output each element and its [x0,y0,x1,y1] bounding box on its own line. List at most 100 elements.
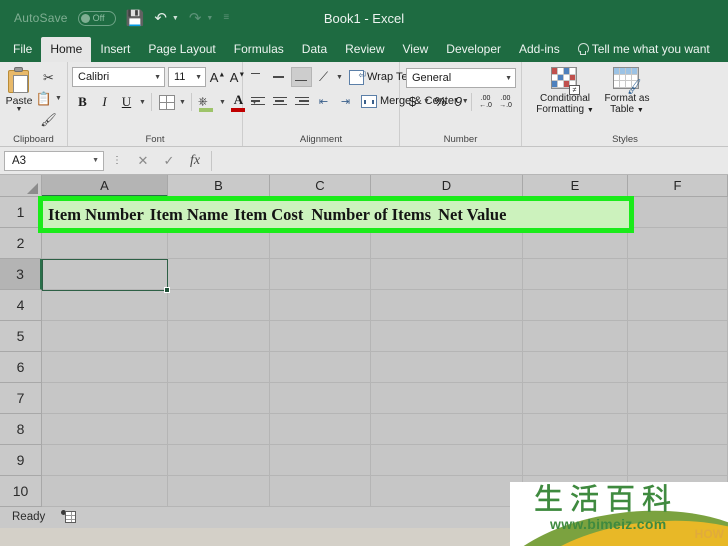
align-left-icon[interactable] [247,91,268,111]
column-header-e[interactable]: E [523,175,628,197]
name-box[interactable]: A3 ▼ [4,150,104,171]
cell-e7[interactable] [523,383,628,414]
cell-f4[interactable] [628,290,728,321]
cell-d10[interactable] [371,476,523,507]
decrease-indent-icon[interactable]: ⇤ [313,91,334,111]
cell-c3[interactable] [270,259,371,290]
conditional-formatting-button[interactable]: ≠ Conditional Formatting ▼ [534,65,596,116]
column-header-a[interactable]: A [42,175,168,197]
confirm-icon[interactable]: ✓ [156,153,182,169]
name-box-chevron-down-icon[interactable]: ▼ [92,157,99,164]
increase-font-size-icon[interactable]: A▲ [209,70,226,85]
percent-button[interactable]: % [432,92,449,111]
cell-f10[interactable] [628,476,728,507]
borders-dropdown-icon[interactable]: ▼ [178,99,187,106]
cell-c10[interactable] [270,476,371,507]
italic-button[interactable]: I [94,92,115,112]
underline-dropdown-icon[interactable]: ▼ [138,99,147,106]
cell-f9[interactable] [628,445,728,476]
paste-dropdown-icon[interactable]: ▼ [16,106,23,113]
cell-a6[interactable] [42,352,168,383]
row-header-2[interactable]: 2 [0,228,42,259]
cell-e4[interactable] [523,290,628,321]
cell-c4[interactable] [270,290,371,321]
cell-e5[interactable] [523,321,628,352]
cell-b2[interactable] [168,228,270,259]
font-name-combo[interactable]: Calibri ▼ [72,67,165,87]
cell-b6[interactable] [168,352,270,383]
row-header-4[interactable]: 4 [0,290,42,321]
cell-a7[interactable] [42,383,168,414]
increase-indent-icon[interactable]: ⇥ [335,91,356,111]
cell-e8[interactable] [523,414,628,445]
cell-f1[interactable] [628,197,728,228]
row-header-9[interactable]: 9 [0,445,42,476]
underline-button[interactable]: U [116,92,137,112]
cell-c9[interactable] [270,445,371,476]
align-middle-icon[interactable] [269,67,290,87]
cell-e10[interactable] [523,476,628,507]
cancel-icon[interactable]: ✕ [130,153,156,169]
select-all-corner[interactable] [0,175,42,197]
formula-input[interactable] [211,150,724,171]
cell-d3[interactable] [371,259,523,290]
row-header-7[interactable]: 7 [0,383,42,414]
save-icon[interactable]: 💾 [126,11,145,26]
cell-f5[interactable] [628,321,728,352]
row-header-1[interactable]: 1 [0,197,42,228]
undo-dropdown-icon[interactable]: ▼ [172,15,179,22]
cell-b8[interactable] [168,414,270,445]
column-header-f[interactable]: F [628,175,728,197]
tell-me-search[interactable]: Tell me what you want [569,37,719,62]
align-center-icon[interactable] [269,91,290,111]
cf-dropdown-icon[interactable]: ▼ [587,107,594,114]
redo-icon[interactable]: ↷ [189,11,202,26]
number-format-chevron-down-icon[interactable]: ▼ [501,75,512,82]
cell-b4[interactable] [168,290,270,321]
cell-e2[interactable] [523,228,628,259]
borders-button[interactable] [156,92,177,112]
undo-icon[interactable]: ↶ [154,11,167,26]
number-format-combo[interactable]: General ▼ [406,68,516,88]
insert-function-icon[interactable]: fx [182,153,208,169]
fat-dropdown-icon[interactable]: ▼ [637,107,644,114]
copy-dropdown-icon[interactable]: ▼ [54,95,63,102]
cell-a10[interactable] [42,476,168,507]
cell-d2[interactable] [371,228,523,259]
cell-d6[interactable] [371,352,523,383]
decrease-decimal-icon[interactable]: .00 →.0 [496,95,515,109]
tab-file[interactable]: File [4,37,41,62]
cell-a2[interactable] [42,228,168,259]
cell-c5[interactable] [270,321,371,352]
cell-d7[interactable] [371,383,523,414]
cell-d4[interactable] [371,290,523,321]
comma-style-button[interactable]: 9 [450,92,467,111]
cell-a5[interactable] [42,321,168,352]
tab-page-layout[interactable]: Page Layout [139,37,224,62]
cell-e3[interactable] [523,259,628,290]
row-header-8[interactable]: 8 [0,414,42,445]
tab-developer[interactable]: Developer [437,37,510,62]
cell-a4[interactable] [42,290,168,321]
align-top-icon[interactable] [247,67,268,87]
column-header-c[interactable]: C [270,175,371,197]
cell-f2[interactable] [628,228,728,259]
tab-review[interactable]: Review [336,37,393,62]
cell-c7[interactable] [270,383,371,414]
cell-f7[interactable] [628,383,728,414]
cell-b3[interactable] [168,259,270,290]
font-size-chevron-down-icon[interactable]: ▼ [191,74,202,81]
tab-view[interactable]: View [394,37,438,62]
cell-d9[interactable] [371,445,523,476]
row-header-10[interactable]: 10 [0,476,42,507]
column-header-d[interactable]: D [371,175,523,197]
tab-insert[interactable]: Insert [91,37,139,62]
record-macro-icon[interactable] [61,510,77,523]
cell-f8[interactable] [628,414,728,445]
cell-d8[interactable] [371,414,523,445]
customize-quick-access-icon[interactable]: ≡ [223,13,229,23]
cell-c2[interactable] [270,228,371,259]
orientation-dropdown-icon[interactable]: ▼ [335,74,344,81]
fill-color-button[interactable]: ⎈ [196,92,217,112]
cell-d5[interactable] [371,321,523,352]
